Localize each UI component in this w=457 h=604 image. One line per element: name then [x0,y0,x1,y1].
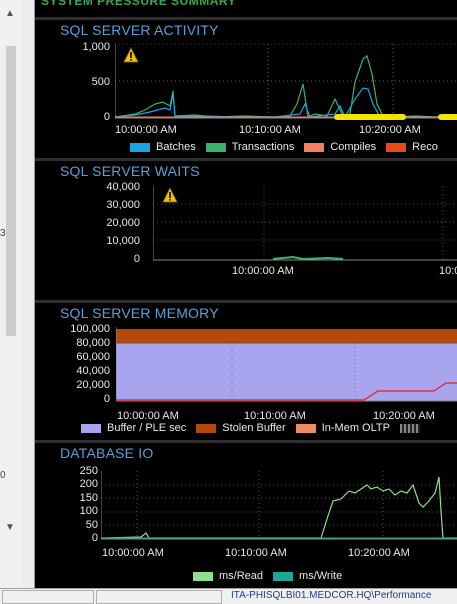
y-tick: 100 [79,505,98,517]
y-tick: 30,000 [106,199,140,211]
warning-icon[interactable] [123,47,139,63]
waits-panel: SQL SERVER WAITS 40,000 30,000 20,000 10… [35,158,457,301]
y-tick: 50 [85,519,98,531]
activity-panel: SQL SERVER ACTIVITY 1,000 500 0 10:00:00… [35,17,457,158]
legend-item[interactable]: Transactions [205,141,294,153]
y-tick: 0 [91,532,98,544]
page-title: SYSTEM PRESSURE SUMMARY [41,0,237,8]
dbio-panel: DATABASE IO 250 200 150 100 50 0 10:00:0… [35,440,457,589]
x-tick: 10:00:00 AM [115,124,177,136]
memory-panel: SQL SERVER MEMORY 100,000 80,000 60,000 … [35,300,457,440]
dbio-legend: ms/Read ms/Write [193,570,352,582]
x-tick: 10:10:00 AM [244,410,306,422]
scroll-thumb[interactable] [6,46,16,336]
y-tick: 0 [103,111,110,123]
y-tick: 60,000 [76,351,110,363]
waits-chart [153,186,457,261]
status-pane [96,590,222,604]
splitter[interactable] [22,0,35,588]
legend-item[interactable]: In-Mem OLTP [295,422,390,434]
x-tick: 10:00:00 AM [102,547,164,559]
legend-item[interactable]: Batches [130,141,196,153]
y-tick: 40,000 [106,181,140,193]
x-tick: 10:20:00 AM [373,410,435,422]
x-tick: 10:10:00 AM [225,547,287,559]
y-tick: 40,000 [76,365,110,377]
activity-chart [115,44,457,120]
y-tick: 20,000 [106,217,140,229]
dbio-chart [101,471,457,540]
legend-item[interactable]: Compiles [304,141,376,153]
x-tick: 10:00:00 AM [232,265,294,277]
memory-title: SQL SERVER MEMORY [60,305,219,321]
legend-item[interactable]: ms/Read [193,570,263,582]
scroll-down-icon[interactable]: ▼ [4,522,16,534]
legend-item[interactable]: Reco [386,141,438,153]
x-tick: 10:10:00 AM [239,124,301,136]
dbio-title: DATABASE IO [60,445,154,461]
y-tick: 500 [91,76,110,88]
waits-title: SQL SERVER WAITS [60,163,200,179]
y-tick: 250 [79,465,98,477]
y-tick: 100,000 [70,323,110,335]
legend-item[interactable]: Stolen Buffer [196,422,286,434]
side-label-mark: 0 [0,470,6,481]
status-bar: ITA-PHISQLBI01.MEDCOR.HQ\Performance [0,588,457,604]
memory-chart [116,327,457,402]
legend-item[interactable]: Buffer / PLE sec [81,422,186,434]
y-tick: 0 [103,393,110,405]
x-tick: 10:00:00 AM [117,410,179,422]
x-tick: 10:0 [439,265,457,277]
y-tick: 0 [133,253,140,265]
side-label-mark: 3 [0,228,6,239]
warning-icon[interactable] [162,187,178,203]
legend-item[interactable]: ms/Write [273,570,342,582]
y-tick: 20,000 [76,379,110,391]
status-pane [2,590,94,604]
y-tick: 1,000 [82,41,110,53]
scroll-up-icon[interactable]: ▲ [4,8,16,20]
x-tick: 10:20:00 AM [348,547,410,559]
activity-title: SQL SERVER ACTIVITY [60,22,219,38]
connection-label: ITA-PHISQLBI01.MEDCOR.HQ\Performance [231,590,432,601]
y-tick: 10,000 [106,235,140,247]
activity-legend: Batches Transactions Compiles Reco [130,141,448,153]
left-scrollbar[interactable]: ▲ 3 0 ▼ [0,0,23,588]
y-tick: 200 [79,478,98,490]
legend-item[interactable] [399,423,426,433]
dashboard: SYSTEM PRESSURE SUMMARY SQL SERVER ACTIV… [35,0,457,589]
y-tick: 80,000 [76,337,110,349]
x-tick: 10:20:00 AM [359,124,421,136]
memory-legend: Buffer / PLE sec Stolen Buffer In-Mem OL… [81,422,436,434]
y-tick: 150 [79,492,98,504]
